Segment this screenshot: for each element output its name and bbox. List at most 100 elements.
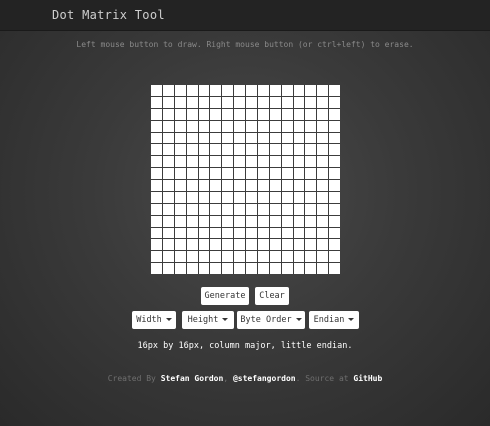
matrix-cell[interactable]: [246, 239, 257, 251]
matrix-cell[interactable]: [222, 96, 234, 108]
matrix-cell[interactable]: [151, 263, 162, 274]
matrix-cell[interactable]: [174, 144, 186, 156]
matrix-cell[interactable]: [269, 120, 281, 132]
matrix-cell[interactable]: [186, 180, 198, 191]
endian-dropdown[interactable]: Endian: [309, 311, 359, 329]
matrix-cell[interactable]: [317, 263, 329, 274]
matrix-cell[interactable]: [210, 251, 222, 263]
matrix-cell[interactable]: [246, 215, 257, 227]
matrix-cell[interactable]: [234, 203, 245, 215]
matrix-cell[interactable]: [162, 251, 174, 263]
matrix-cell[interactable]: [222, 132, 234, 144]
matrix-cell[interactable]: [174, 191, 186, 203]
matrix-cell[interactable]: [269, 191, 281, 203]
matrix-cell[interactable]: [293, 85, 305, 96]
matrix-cell[interactable]: [162, 191, 174, 203]
matrix-cell[interactable]: [151, 203, 162, 215]
matrix-cell[interactable]: [234, 96, 245, 108]
matrix-cell[interactable]: [305, 227, 317, 239]
matrix-cell[interactable]: [281, 156, 293, 168]
matrix-cell[interactable]: [329, 227, 340, 239]
clear-button[interactable]: Clear: [255, 287, 289, 305]
matrix-cell[interactable]: [269, 263, 281, 274]
matrix-cell[interactable]: [162, 180, 174, 191]
matrix-cell[interactable]: [151, 180, 162, 191]
matrix-cell[interactable]: [293, 180, 305, 191]
author-link[interactable]: Stefan Gordon: [161, 374, 224, 383]
matrix-cell[interactable]: [317, 144, 329, 156]
dot-matrix-grid[interactable]: [151, 85, 340, 274]
matrix-cell[interactable]: [151, 168, 162, 179]
matrix-cell[interactable]: [151, 144, 162, 156]
matrix-cell[interactable]: [174, 180, 186, 191]
matrix-cell[interactable]: [162, 215, 174, 227]
github-link[interactable]: GitHub: [353, 374, 382, 383]
matrix-cell[interactable]: [293, 215, 305, 227]
matrix-cell[interactable]: [246, 263, 257, 274]
matrix-cell[interactable]: [329, 144, 340, 156]
matrix-cell[interactable]: [317, 156, 329, 168]
matrix-cell[interactable]: [222, 191, 234, 203]
matrix-cell[interactable]: [269, 215, 281, 227]
matrix-cell[interactable]: [186, 144, 198, 156]
matrix-cell[interactable]: [234, 263, 245, 274]
matrix-cell[interactable]: [210, 120, 222, 132]
matrix-cell[interactable]: [269, 180, 281, 191]
matrix-cell[interactable]: [293, 203, 305, 215]
matrix-cell[interactable]: [222, 215, 234, 227]
matrix-cell[interactable]: [329, 168, 340, 179]
matrix-cell[interactable]: [269, 144, 281, 156]
matrix-cell[interactable]: [210, 215, 222, 227]
matrix-cell[interactable]: [257, 263, 269, 274]
matrix-cell[interactable]: [329, 251, 340, 263]
matrix-cell[interactable]: [186, 120, 198, 132]
matrix-cell[interactable]: [246, 203, 257, 215]
matrix-cell[interactable]: [317, 180, 329, 191]
matrix-cell[interactable]: [198, 156, 210, 168]
matrix-cell[interactable]: [246, 120, 257, 132]
matrix-cell[interactable]: [222, 203, 234, 215]
matrix-cell[interactable]: [293, 251, 305, 263]
matrix-cell[interactable]: [257, 251, 269, 263]
matrix-cell[interactable]: [222, 85, 234, 96]
matrix-cell[interactable]: [198, 215, 210, 227]
matrix-cell[interactable]: [293, 191, 305, 203]
matrix-cell[interactable]: [317, 120, 329, 132]
matrix-cell[interactable]: [257, 120, 269, 132]
matrix-cell[interactable]: [222, 180, 234, 191]
matrix-cell[interactable]: [281, 191, 293, 203]
matrix-cell[interactable]: [186, 108, 198, 120]
matrix-cell[interactable]: [210, 203, 222, 215]
matrix-cell[interactable]: [269, 85, 281, 96]
matrix-cell[interactable]: [281, 203, 293, 215]
matrix-cell[interactable]: [151, 215, 162, 227]
matrix-cell[interactable]: [198, 120, 210, 132]
matrix-cell[interactable]: [222, 263, 234, 274]
matrix-cell[interactable]: [162, 156, 174, 168]
matrix-cell[interactable]: [174, 120, 186, 132]
matrix-cell[interactable]: [246, 227, 257, 239]
matrix-cell[interactable]: [246, 156, 257, 168]
matrix-cell[interactable]: [210, 144, 222, 156]
matrix-cell[interactable]: [151, 239, 162, 251]
matrix-cell[interactable]: [162, 108, 174, 120]
matrix-cell[interactable]: [174, 132, 186, 144]
matrix-cell[interactable]: [151, 108, 162, 120]
matrix-cell[interactable]: [246, 96, 257, 108]
matrix-cell[interactable]: [234, 191, 245, 203]
matrix-cell[interactable]: [257, 215, 269, 227]
matrix-cell[interactable]: [198, 239, 210, 251]
matrix-cell[interactable]: [234, 168, 245, 179]
matrix-cell[interactable]: [198, 263, 210, 274]
matrix-cell[interactable]: [305, 215, 317, 227]
matrix-cell[interactable]: [151, 85, 162, 96]
matrix-cell[interactable]: [174, 96, 186, 108]
matrix-cell[interactable]: [222, 239, 234, 251]
matrix-cell[interactable]: [151, 132, 162, 144]
matrix-cell[interactable]: [246, 168, 257, 179]
matrix-cell[interactable]: [305, 239, 317, 251]
matrix-cell[interactable]: [151, 96, 162, 108]
matrix-cell[interactable]: [329, 263, 340, 274]
matrix-cell[interactable]: [257, 96, 269, 108]
matrix-cell[interactable]: [317, 227, 329, 239]
